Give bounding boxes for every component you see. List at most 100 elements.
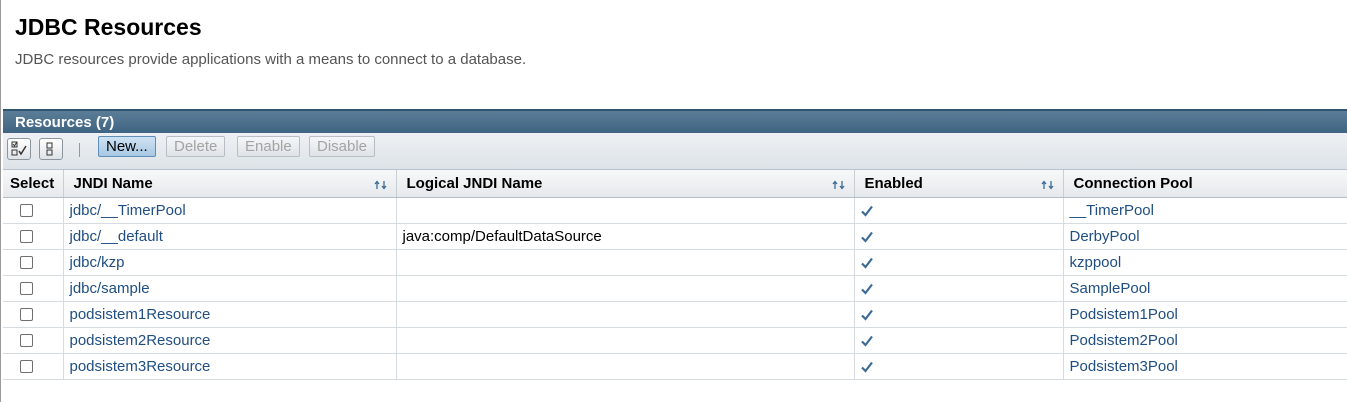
connection-pool-cell: __TimerPool [1063,197,1347,224]
checkmark-icon [860,205,873,217]
deselect-all-button[interactable] [39,138,63,160]
enabled-cell [854,301,1064,328]
column-header-logical-jndi-name[interactable]: Logical JNDI Name [396,170,855,198]
column-header-jndi-name[interactable]: JNDI Name [63,170,397,198]
column-header-label: Enabled [864,174,923,192]
checkmark-icon [860,309,873,321]
logical-jndi-name-cell [396,353,855,380]
logical-jndi-name-cell [396,197,855,224]
row-select-checkbox[interactable] [20,308,34,322]
connection-pool-link[interactable]: DerbyPool [1070,228,1140,245]
logical-jndi-name-cell: java:comp/DefaultDataSource [396,223,855,250]
select-cell [3,353,64,380]
logical-jndi-name-cell [396,249,855,276]
connection-pool-link[interactable]: kzppool [1070,254,1122,271]
connection-pool-link[interactable]: Podsistem2Pool [1070,332,1178,349]
logical-jndi-name-cell [396,301,855,328]
resources-table: Resources (7) New... Delete Enable Disab… [3,109,1347,380]
connection-pool-link[interactable]: Podsistem1Pool [1070,306,1178,323]
jndi-name-cell: jdbc/__TimerPool [63,197,397,224]
jndi-name-link[interactable]: podsistem1Resource [70,306,211,323]
checkmark-icon [860,283,873,295]
column-header-enabled[interactable]: Enabled [854,170,1064,198]
table-row: jdbc/__default java:comp/DefaultDataSour… [3,223,1347,250]
checkmark-icon [860,257,873,269]
select-all-icon [11,141,27,156]
table-header-row: Select JNDI Name Logical JNDI Name Enabl… [3,170,1347,198]
logical-jndi-name-cell [396,275,855,302]
enabled-cell [854,223,1064,250]
select-cell [3,275,64,302]
connection-pool-link[interactable]: __TimerPool [1070,202,1154,219]
select-cell [3,197,64,224]
jndi-name-link[interactable]: podsistem3Resource [70,358,211,375]
row-select-checkbox[interactable] [20,360,34,374]
checkmark-icon [860,231,873,243]
table-title: Resources (7) [15,113,115,131]
select-all-button[interactable] [7,138,31,160]
jndi-name-cell: podsistem3Resource [63,353,397,380]
jdbc-resources-page: JDBC Resources JDBC resources provide ap… [0,0,1347,402]
table-row: podsistem1Resource Podsistem1Pool [3,301,1347,328]
select-cell [3,327,64,354]
logical-jndi-name-cell [396,327,855,354]
jndi-name-cell: podsistem2Resource [63,327,397,354]
jndi-name-link[interactable]: podsistem2Resource [70,332,211,349]
column-header-label: Logical JNDI Name [406,174,543,192]
disable-button[interactable]: Disable [309,136,376,157]
enabled-cell [854,197,1064,224]
table-title-bar: Resources (7) [3,109,1347,133]
jndi-name-link[interactable]: jdbc/sample [70,280,150,297]
connection-pool-link[interactable]: SamplePool [1070,280,1151,297]
deselect-all-icon [46,142,53,156]
connection-pool-cell: DerbyPool [1063,223,1347,250]
jndi-name-cell: jdbc/sample [63,275,397,302]
jndi-name-cell: jdbc/kzp [63,249,397,276]
checkmark-icon [860,361,873,373]
connection-pool-cell: Podsistem1Pool [1063,301,1347,328]
enabled-cell [854,249,1064,276]
column-header-select: Select [3,170,64,198]
select-cell [3,249,64,276]
jndi-name-cell: jdbc/__default [63,223,397,250]
enabled-cell [854,353,1064,380]
jndi-name-link[interactable]: jdbc/__default [70,228,163,245]
jndi-name-link[interactable]: jdbc/kzp [70,254,125,271]
column-header-label: JNDI Name [73,174,153,192]
connection-pool-cell: Podsistem3Pool [1063,353,1347,380]
select-cell [3,301,64,328]
table-action-bar: New... Delete Enable Disable [3,133,1347,170]
connection-pool-cell: kzppool [1063,249,1347,276]
new-button[interactable]: New... [98,136,156,157]
row-select-checkbox[interactable] [20,334,34,348]
select-cell [3,223,64,250]
connection-pool-cell: Podsistem2Pool [1063,327,1347,354]
enable-button[interactable]: Enable [237,136,300,157]
table-row: jdbc/kzp kzppool [3,249,1347,276]
page-title: JDBC Resources [15,14,202,40]
page-help-text: JDBC resources provide applications with… [15,51,527,68]
sort-icon[interactable] [831,179,846,191]
row-select-checkbox[interactable] [20,256,34,270]
connection-pool-link[interactable]: Podsistem3Pool [1070,358,1178,375]
enabled-cell [854,275,1064,302]
table-row: jdbc/sample SamplePool [3,275,1347,302]
jndi-name-cell: podsistem1Resource [63,301,397,328]
table-row: podsistem2Resource Podsistem2Pool [3,327,1347,354]
jndi-name-link[interactable]: jdbc/__TimerPool [70,202,186,219]
row-select-checkbox[interactable] [20,230,34,244]
column-header-label: Connection Pool [1073,174,1193,192]
row-select-checkbox[interactable] [20,282,34,296]
sort-icon[interactable] [1040,179,1055,191]
resources-grid: Select JNDI Name Logical JNDI Name Enabl… [3,170,1347,380]
sort-icon[interactable] [373,179,388,191]
checkmark-icon [860,335,873,347]
enabled-cell [854,327,1064,354]
connection-pool-cell: SamplePool [1063,275,1347,302]
toolbar-separator [79,143,80,157]
table-row: podsistem3Resource Podsistem3Pool [3,353,1347,380]
table-row: jdbc/__TimerPool __TimerPool [3,197,1347,224]
delete-button[interactable]: Delete [166,136,226,157]
column-header-connection-pool[interactable]: Connection Pool [1063,170,1347,198]
row-select-checkbox[interactable] [20,204,34,218]
